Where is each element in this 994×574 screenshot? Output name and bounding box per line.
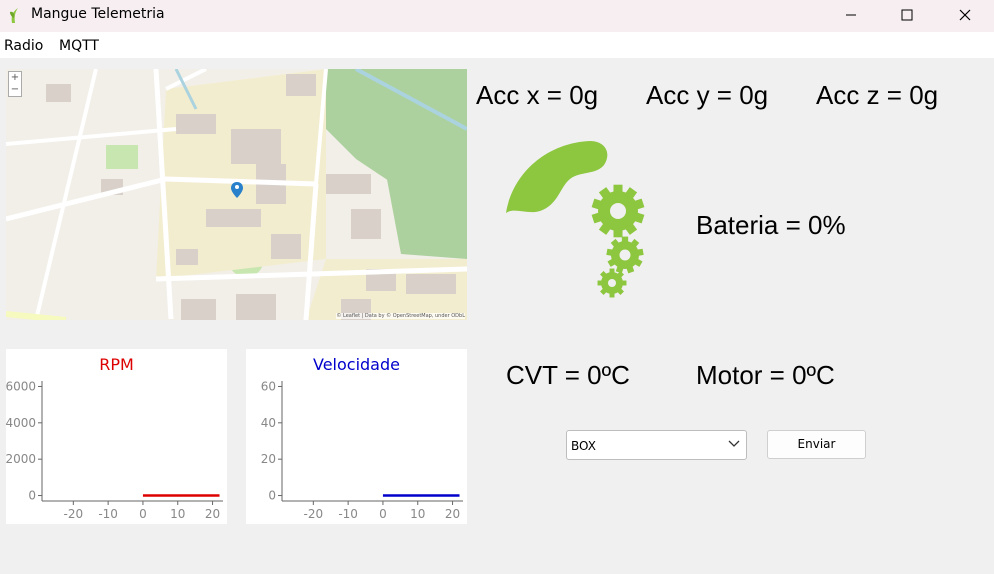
velocidade-chart: 0 20 40 60 -20 -10 0 10 20: [261, 379, 463, 521]
y-tick-label: 2000: [6, 452, 36, 466]
y-tick-label: 40: [261, 416, 276, 430]
maximize-button[interactable]: [878, 0, 936, 32]
close-icon: [959, 9, 971, 21]
map-attribution: © Leaflet | Data by © OpenStreetMap, und…: [336, 313, 465, 319]
acc-y-label: Acc y = 0g: [646, 80, 769, 110]
x-tick-label: 10: [410, 507, 425, 521]
velocidade-chart-panel: Velocidade 0 20 40 60 -20 -10 0 10 20: [246, 349, 467, 524]
y-tick-label: 20: [261, 452, 276, 466]
bateria-label: Bateria = 0%: [696, 210, 846, 240]
x-tick-label: -10: [338, 507, 358, 521]
x-tick-label: 0: [139, 507, 147, 521]
x-tick-label: -10: [98, 507, 118, 521]
velocidade-chart-title: Velocidade: [313, 355, 400, 374]
rpm-chart: 0 2000 4000 6000 -20 -10 0 10 20: [5, 379, 223, 521]
x-tick-label: 20: [445, 507, 460, 521]
close-button[interactable]: [936, 0, 994, 32]
y-tick-label: 4000: [6, 416, 36, 430]
cvt-label: CVT = 0ºC: [506, 360, 630, 390]
x-tick-label: -20: [304, 507, 324, 521]
acc-z-label: Acc z = 0g: [816, 80, 939, 110]
title-bar: Mangue Telemetria: [0, 0, 994, 32]
menu-bar: Radio MQTT: [0, 32, 994, 58]
minimize-button[interactable]: [822, 0, 880, 32]
x-tick-label: 20: [205, 507, 220, 521]
x-tick-label: 0: [379, 507, 387, 521]
send-button[interactable]: Enviar: [767, 430, 866, 459]
zoom-out-icon[interactable]: −: [9, 84, 21, 96]
map-view[interactable]: + − © Leaflet | Data by © OpenStreetMap,…: [6, 69, 467, 320]
menu-mqtt[interactable]: MQTT: [59, 38, 99, 54]
chevron-down-icon: [728, 440, 740, 447]
y-tick-label: 0: [268, 489, 276, 503]
minimize-icon: [846, 14, 856, 16]
mode-select[interactable]: BOX: [566, 430, 747, 460]
rpm-chart-panel: RPM 0 2000 4000 6000 -20 -10 0 10 20: [5, 349, 227, 524]
y-tick-label: 0: [28, 489, 36, 503]
x-tick-label: 10: [170, 507, 185, 521]
app-icon: [10, 8, 18, 23]
map-zoom-controls[interactable]: + −: [8, 71, 22, 97]
window-title: Mangue Telemetria: [31, 6, 165, 22]
rpm-chart-title: RPM: [99, 355, 134, 374]
y-tick-label: 60: [261, 379, 276, 393]
zoom-in-icon[interactable]: +: [9, 72, 21, 84]
map-tiles: [6, 69, 467, 320]
x-tick-label: -20: [64, 507, 84, 521]
acc-x-label: Acc x = 0g: [476, 80, 599, 110]
mangue-logo: [506, 141, 645, 298]
motor-label: Motor = 0ºC: [696, 360, 835, 390]
maximize-icon: [901, 9, 913, 21]
menu-radio[interactable]: Radio: [4, 38, 43, 54]
mode-select-value: BOX: [571, 439, 596, 453]
y-tick-label: 6000: [6, 379, 36, 393]
